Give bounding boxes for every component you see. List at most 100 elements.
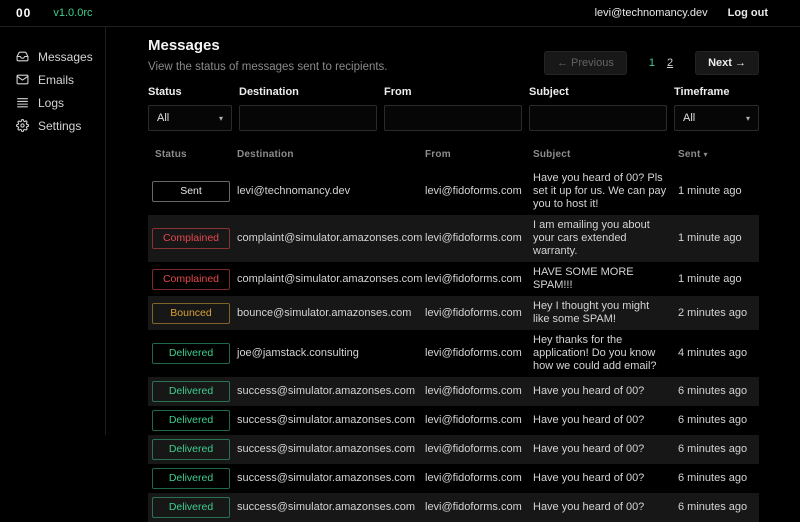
filter-from: From xyxy=(384,86,522,131)
sent-cell: 6 minutes ago xyxy=(678,385,759,398)
from-cell: levi@fidoforms.com xyxy=(425,472,533,485)
destination-cell: success@simulator.amazonses.com xyxy=(237,472,425,485)
gear-icon xyxy=(16,119,29,132)
table-row: Sent levi@technomancy.dev levi@fidoforms… xyxy=(148,168,759,215)
header-from: From xyxy=(425,149,533,160)
sent-cell: 6 minutes ago xyxy=(678,414,759,427)
from-cell: levi@fidoforms.com xyxy=(425,347,533,360)
header-status: Status xyxy=(148,149,237,160)
subject-cell: Have you heard of 00? xyxy=(533,501,678,514)
sent-cell: 1 minute ago xyxy=(678,273,759,286)
sent-cell: 2 minutes ago xyxy=(678,307,759,320)
destination-cell: complaint@simulator.amazonses.com xyxy=(237,273,425,286)
sidebar-item-label: Logs xyxy=(38,96,64,110)
status-badge: Complained xyxy=(152,269,230,290)
table-row: Delivered success@simulator.amazonses.co… xyxy=(148,464,759,493)
destination-cell: bounce@simulator.amazonses.com xyxy=(237,307,425,320)
subject-cell: I am emailing you about your cars extend… xyxy=(533,219,678,258)
status-badge: Delivered xyxy=(152,497,230,518)
table-row: Complained complaint@simulator.amazonses… xyxy=(148,215,759,262)
table-row: Bounced bounce@simulator.amazonses.com l… xyxy=(148,296,759,330)
filter-status-label: Status xyxy=(148,86,232,98)
sidebar-item-emails[interactable]: Emails xyxy=(16,72,105,87)
user-email: levi@technomancy.dev xyxy=(595,7,708,19)
subject-cell: Have you heard of 00? Pls set it up for … xyxy=(533,172,678,211)
table-row: Complained complaint@simulator.amazonses… xyxy=(148,262,759,296)
logout-link[interactable]: Log out xyxy=(728,7,768,19)
filter-subject: Subject xyxy=(529,86,667,131)
filter-timeframe: Timeframe All ▾ xyxy=(674,86,759,131)
header-subject: Subject xyxy=(533,149,678,160)
subject-input[interactable] xyxy=(529,105,667,131)
from-input[interactable] xyxy=(384,105,522,131)
sort-descending-icon: ▾ xyxy=(703,150,707,159)
filter-destination-label: Destination xyxy=(239,86,377,98)
status-badge: Delivered xyxy=(152,468,230,489)
table-body: Sent levi@technomancy.dev levi@fidoforms… xyxy=(148,168,759,522)
status-cell: Delivered xyxy=(148,497,237,518)
status-select-value: All xyxy=(157,112,169,124)
status-cell: Bounced xyxy=(148,303,237,324)
chevron-down-icon: ▾ xyxy=(746,114,750,123)
envelope-icon xyxy=(16,73,29,86)
destination-input[interactable] xyxy=(239,105,377,131)
destination-cell: joe@jamstack.consulting xyxy=(237,347,425,360)
sent-cell: 4 minutes ago xyxy=(678,347,759,360)
timeframe-select-value: All xyxy=(683,112,695,124)
sidebar-item-messages[interactable]: Messages xyxy=(16,49,105,64)
page-number-1[interactable]: 1 xyxy=(649,57,655,69)
sidebar-item-label: Emails xyxy=(38,73,74,87)
pagination: ← Previous 1 2 Next → xyxy=(544,51,759,75)
destination-cell: complaint@simulator.amazonses.com xyxy=(237,232,425,245)
sent-cell: 6 minutes ago xyxy=(678,443,759,456)
status-badge: Delivered xyxy=(152,381,230,402)
destination-cell: success@simulator.amazonses.com xyxy=(237,385,425,398)
destination-cell: levi@technomancy.dev xyxy=(237,185,425,198)
from-cell: levi@fidoforms.com xyxy=(425,385,533,398)
filter-destination: Destination xyxy=(239,86,377,131)
chevron-down-icon: ▾ xyxy=(219,114,223,123)
from-cell: levi@fidoforms.com xyxy=(425,185,533,198)
status-cell: Sent xyxy=(148,181,237,202)
inbox-icon xyxy=(16,50,29,63)
main-content: Messages View the status of messages sen… xyxy=(106,27,800,435)
subject-cell: HAVE SOME MORE SPAM!!! xyxy=(533,266,678,292)
destination-cell: success@simulator.amazonses.com xyxy=(237,414,425,427)
messages-table: Status Destination From Subject Sent▾ Se… xyxy=(148,145,759,522)
from-cell: levi@fidoforms.com xyxy=(425,501,533,514)
table-row: Delivered success@simulator.amazonses.co… xyxy=(148,493,759,522)
status-cell: Delivered xyxy=(148,439,237,460)
table-row: Delivered success@simulator.amazonses.co… xyxy=(148,406,759,435)
status-select[interactable]: All ▾ xyxy=(148,105,232,131)
destination-cell: success@simulator.amazonses.com xyxy=(237,501,425,514)
page-number-2[interactable]: 2 xyxy=(667,57,673,69)
sent-cell: 1 minute ago xyxy=(678,185,759,198)
timeframe-select[interactable]: All ▾ xyxy=(674,105,759,131)
subject-cell: Hey I thought you might like some SPAM! xyxy=(533,300,678,326)
status-cell: Delivered xyxy=(148,410,237,431)
sent-cell: 6 minutes ago xyxy=(678,501,759,514)
sidebar-item-label: Messages xyxy=(38,50,93,64)
from-cell: levi@fidoforms.com xyxy=(425,414,533,427)
subject-cell: Have you heard of 00? xyxy=(533,472,678,485)
subject-cell: Have you heard of 00? xyxy=(533,385,678,398)
header-sent[interactable]: Sent▾ xyxy=(678,149,759,160)
destination-cell: success@simulator.amazonses.com xyxy=(237,443,425,456)
sidebar-item-logs[interactable]: Logs xyxy=(16,95,105,110)
previous-page-button[interactable]: ← Previous xyxy=(544,51,627,75)
status-cell: Delivered xyxy=(148,468,237,489)
sidebar: Messages Emails Logs Settings xyxy=(0,27,106,435)
version-label: v1.0.0rc xyxy=(53,7,92,19)
sidebar-item-label: Settings xyxy=(38,119,81,133)
status-badge: Delivered xyxy=(152,410,230,431)
table-row: Delivered success@simulator.amazonses.co… xyxy=(148,435,759,464)
subject-cell: Hey thanks for the application! Do you k… xyxy=(533,334,678,373)
filter-subject-label: Subject xyxy=(529,86,667,98)
from-cell: levi@fidoforms.com xyxy=(425,443,533,456)
logs-icon xyxy=(16,96,29,109)
from-cell: levi@fidoforms.com xyxy=(425,232,533,245)
status-badge: Delivered xyxy=(152,439,230,460)
sidebar-item-settings[interactable]: Settings xyxy=(16,118,105,133)
next-page-button[interactable]: Next → xyxy=(695,51,759,75)
status-badge: Delivered xyxy=(152,343,230,364)
